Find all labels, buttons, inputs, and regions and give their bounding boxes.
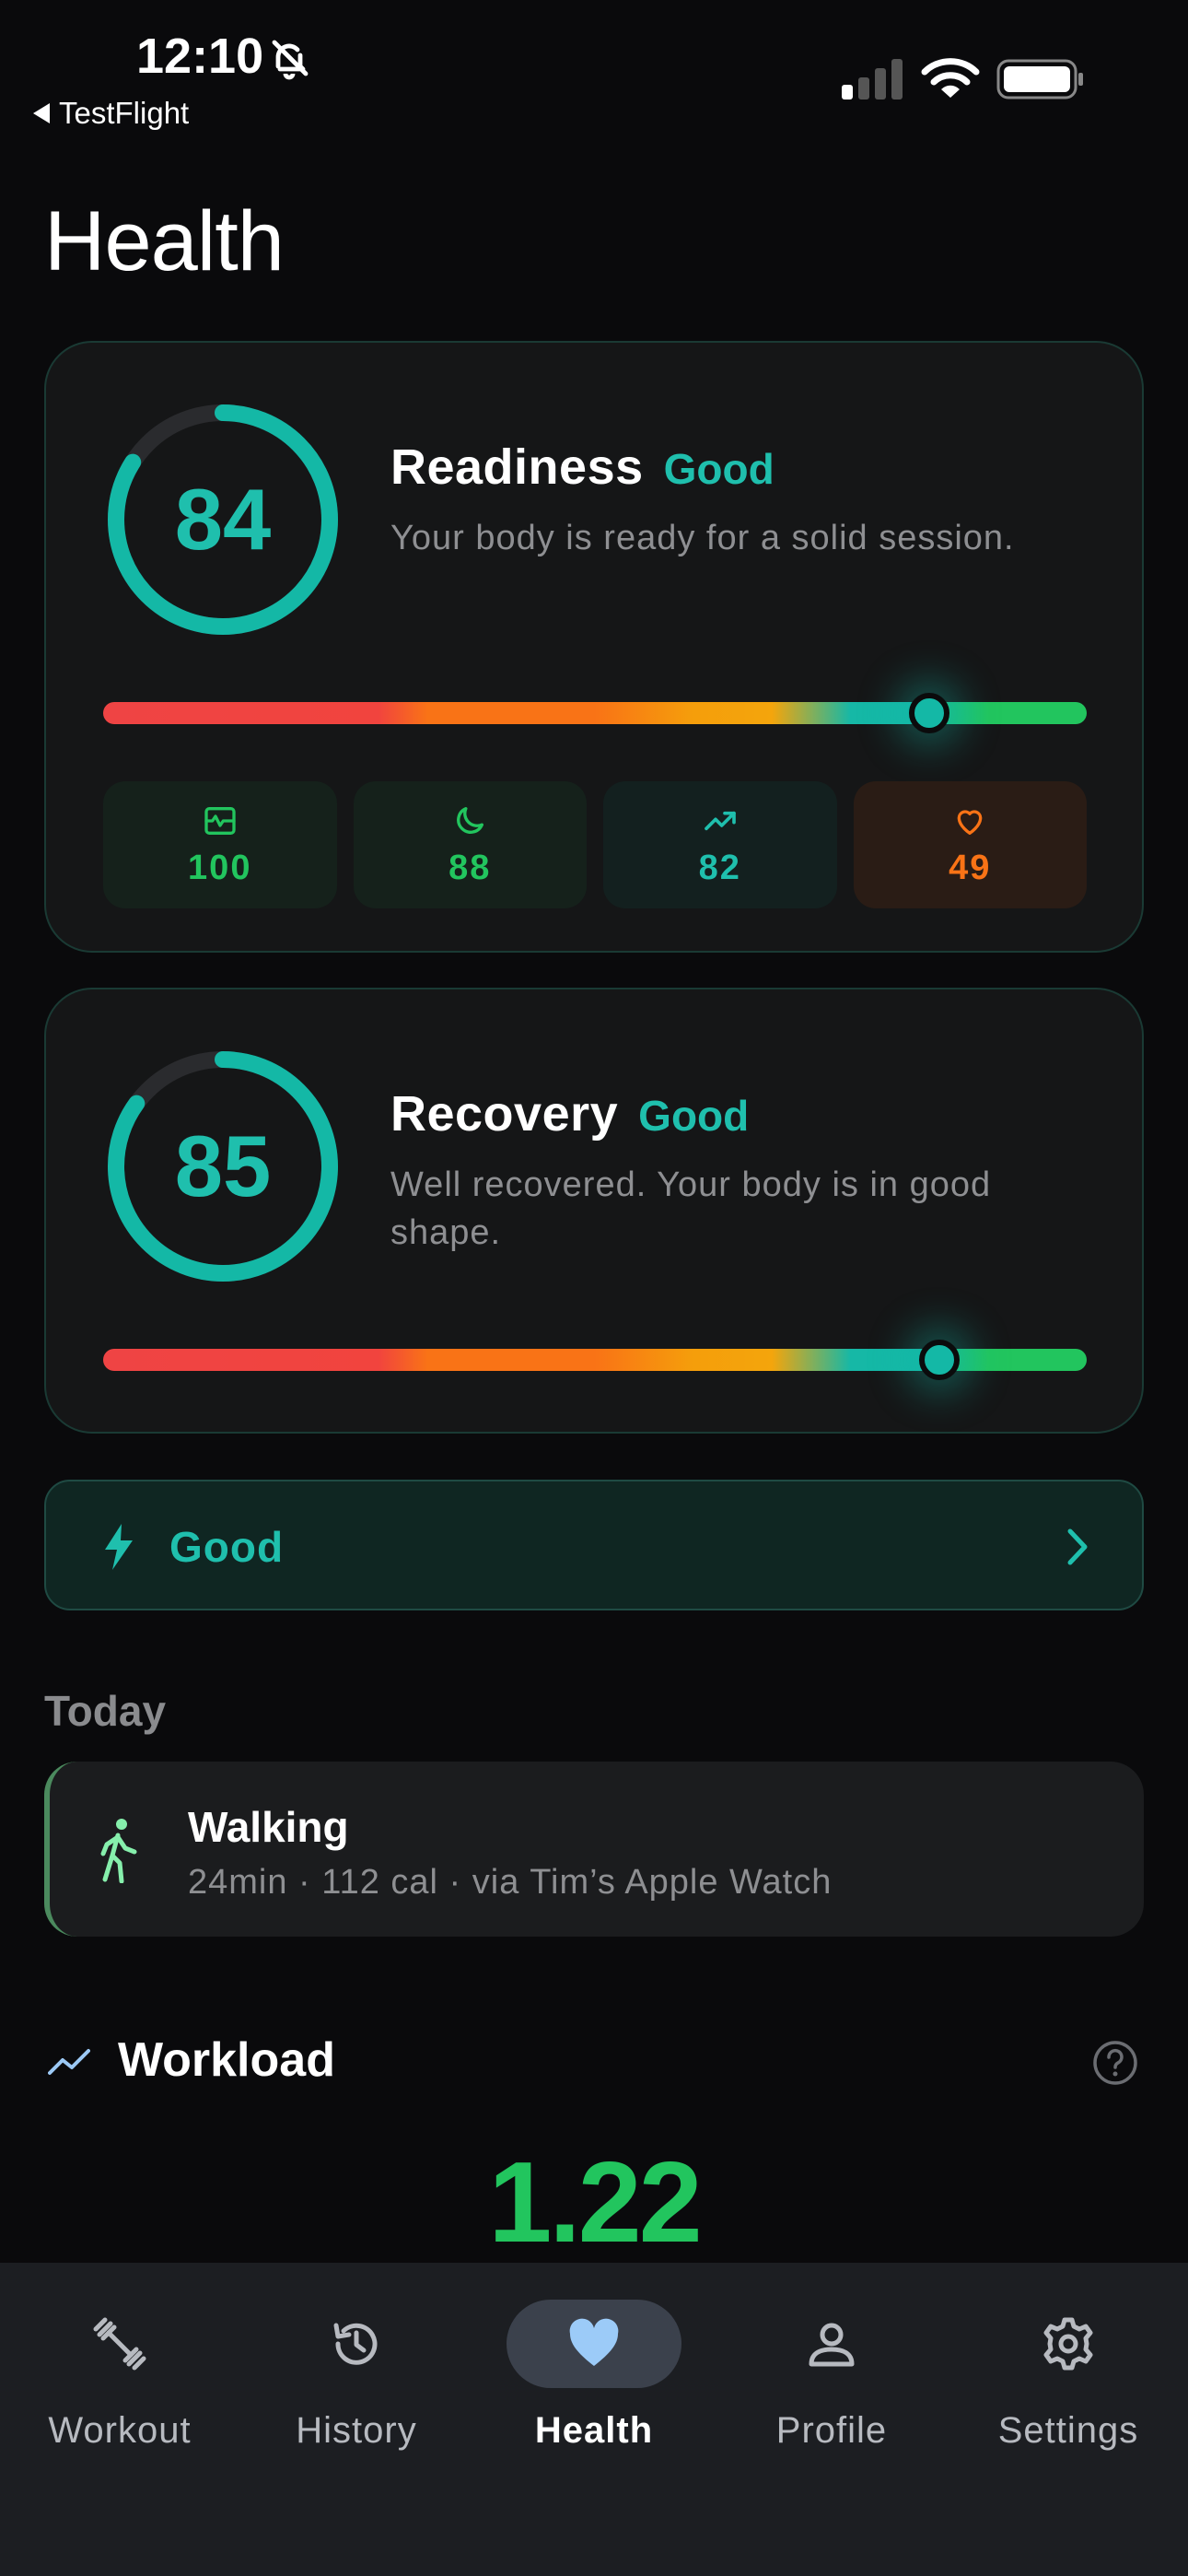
- workload-title: Workload: [118, 2033, 335, 2087]
- wifi-icon: [921, 58, 980, 98]
- activity-subtitle: 24min · 112 cal · via Tim’s Apple Watch: [188, 1863, 833, 1902]
- tab-workout-icon-wrap: [32, 2300, 207, 2388]
- tab-label: Workout: [48, 2410, 192, 2451]
- recovery-gauge: [103, 1340, 1087, 1380]
- overall-status-button[interactable]: Good: [44, 1480, 1144, 1610]
- tab-label: History: [296, 2410, 417, 2451]
- tab-profile-icon-wrap: [744, 2300, 919, 2388]
- metric-value: 100: [188, 848, 252, 887]
- tab-health-icon-wrap: [507, 2300, 681, 2388]
- recovery-description: Well recovered. Your body is in good sha…: [390, 1165, 992, 1252]
- heart-icon: [957, 809, 983, 835]
- workload-value: 1.22: [488, 2139, 702, 2266]
- battery-icon: [996, 59, 1083, 100]
- activity-title: Walking: [188, 1803, 349, 1851]
- metric-trend[interactable]: 82: [603, 781, 837, 908]
- recovery-heading: Recovery Good: [390, 1085, 749, 1142]
- metric-hrv[interactable]: 100: [103, 781, 337, 908]
- back-arrow-icon: [33, 103, 50, 123]
- recovery-card[interactable]: 85 Recovery Good Well recovered. Your bo…: [44, 988, 1144, 1434]
- readiness-score: 84: [174, 471, 272, 568]
- overall-status-label: Good: [169, 1523, 285, 1571]
- readiness-gauge: [103, 693, 1087, 733]
- readiness-metrics: 100 88 82 49: [103, 781, 1087, 908]
- metric-heart-rate[interactable]: 49: [853, 781, 1087, 908]
- metric-value: 49: [949, 848, 992, 887]
- moon-icon: [457, 806, 484, 834]
- back-to-app-link[interactable]: TestFlight: [33, 96, 189, 131]
- recovery-score: 85: [174, 1118, 272, 1214]
- gear-icon: [1043, 2317, 1093, 2371]
- recovery-title: Recovery: [390, 1086, 619, 1142]
- trend-line-icon: [48, 2049, 90, 2075]
- trend-up-icon: [704, 811, 736, 830]
- readiness-card[interactable]: 84 Readiness Good Your body is ready for…: [44, 341, 1144, 953]
- heart-icon: [569, 2318, 619, 2366]
- tab-health[interactable]: Health: [483, 2300, 705, 2465]
- metric-value: 82: [698, 848, 741, 887]
- tab-history[interactable]: History: [246, 2300, 467, 2465]
- tab-label: Profile: [775, 2410, 888, 2451]
- bolt-icon: [105, 1524, 133, 1570]
- metric-value: 88: [448, 848, 492, 887]
- tab-settings-icon-wrap: [981, 2300, 1156, 2388]
- dumbbell-icon: [93, 2317, 146, 2371]
- recovery-gauge-knob: [918, 1340, 960, 1380]
- history-icon: [333, 2323, 378, 2365]
- help-icon[interactable]: [1092, 2040, 1138, 2086]
- back-app-label: TestFlight: [59, 96, 190, 130]
- section-heading-today: Today: [44, 1687, 167, 1735]
- tab-label: Settings: [997, 2410, 1139, 2451]
- activity-item[interactable]: Walking 24min · 112 cal · via Tim’s Appl…: [44, 1762, 1144, 1937]
- readiness-title: Readiness: [390, 439, 644, 495]
- tab-settings[interactable]: Settings: [958, 2300, 1179, 2465]
- tab-label: Health: [534, 2410, 654, 2451]
- tab-workout[interactable]: Workout: [9, 2300, 230, 2465]
- readiness-status: Good: [663, 445, 775, 493]
- bell-muted-icon: [272, 40, 309, 80]
- walking-icon: [100, 1819, 137, 1883]
- readiness-heading: Readiness Good: [390, 439, 775, 496]
- page-title: Health: [44, 194, 285, 288]
- readiness-gauge-knob: [909, 693, 950, 733]
- cell-signal-icon: [842, 59, 903, 100]
- tab-bar: Workout History Health Profile Settings: [0, 2263, 1188, 2576]
- metric-sleep[interactable]: 88: [353, 781, 587, 908]
- tab-history-icon-wrap: [269, 2300, 444, 2388]
- status-time: 12:10: [136, 29, 264, 84]
- heart-monitor-icon: [204, 806, 236, 835]
- chevron-right-icon: [1067, 1528, 1088, 1565]
- tab-profile[interactable]: Profile: [721, 2300, 942, 2465]
- readiness-description: Your body is ready for a solid session.: [390, 519, 1015, 557]
- person-icon: [809, 2323, 855, 2367]
- recovery-status: Good: [638, 1092, 750, 1140]
